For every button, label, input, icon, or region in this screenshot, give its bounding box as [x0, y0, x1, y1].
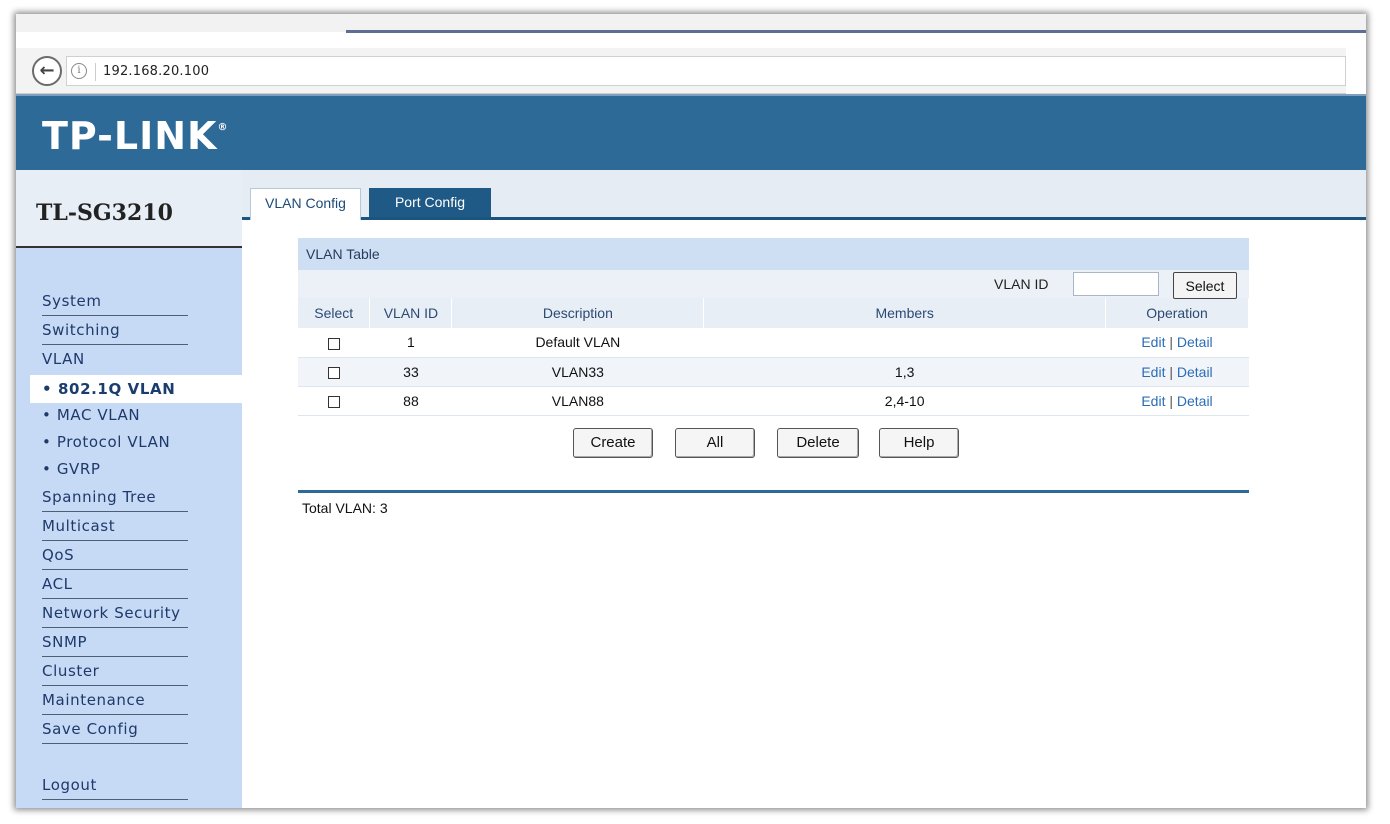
tab-bar: VLAN Config Port Config	[242, 170, 1366, 220]
vlan-search-row: VLAN ID Select	[298, 270, 1249, 299]
table-header-row: Select VLAN ID Description Members Opera…	[298, 298, 1249, 328]
tab-vlan-config[interactable]: VLAN Config	[250, 188, 361, 220]
sidebar-item-acl[interactable]: ACL	[42, 571, 188, 599]
url-text: 192.168.20.100	[103, 64, 210, 79]
sidebar-item-8021q-vlan[interactable]: • 802.1Q VLAN	[30, 375, 242, 403]
column-header-operation: Operation	[1105, 298, 1249, 328]
detail-link[interactable]: Detail	[1177, 393, 1213, 409]
address-bar: ← i 192.168.20.100	[16, 48, 1346, 94]
sidebar-item-mac-vlan[interactable]: • MAC VLAN	[42, 402, 140, 428]
edit-link[interactable]: Edit	[1141, 393, 1165, 409]
vlan-id-cell: 33	[369, 357, 452, 387]
table-row: 33 VLAN33 1,3 Edit | Detail	[298, 357, 1249, 387]
sidebar: System Switching VLAN • 802.1Q VLAN • MA…	[16, 248, 242, 808]
detail-link[interactable]: Detail	[1177, 334, 1213, 350]
total-vlan-count: Total VLAN: 3	[302, 500, 388, 516]
sidebar-item-vlan[interactable]: VLAN	[42, 346, 188, 374]
row-checkbox[interactable]	[327, 337, 340, 350]
members-cell: 1,3	[703, 357, 1106, 387]
model-area: TL-SG3210	[16, 170, 242, 248]
sidebar-item-switching[interactable]: Switching	[42, 317, 188, 345]
help-button[interactable]: Help	[879, 427, 959, 458]
create-button[interactable]: Create	[573, 427, 653, 458]
members-cell: 2,4-10	[703, 386, 1106, 416]
logo-text: TP-LINK	[42, 114, 218, 158]
description-cell: VLAN33	[451, 357, 704, 387]
total-divider	[298, 490, 1249, 493]
table-row: 88 VLAN88 2,4-10 Edit | Detail	[298, 386, 1249, 416]
sidebar-item-network-security[interactable]: Network Security	[42, 600, 188, 628]
operation-cell: Edit | Detail	[1105, 386, 1249, 416]
info-icon[interactable]: i	[71, 63, 87, 79]
sidebar-item-label: • 802.1Q VLAN	[42, 380, 176, 398]
row-checkbox[interactable]	[327, 366, 340, 379]
description-cell: VLAN88	[451, 386, 704, 416]
link-separator: |	[1169, 392, 1173, 409]
select-button[interactable]: Select	[1173, 272, 1237, 299]
sidebar-item-snmp[interactable]: SNMP	[42, 629, 188, 657]
column-header-vlan-id: VLAN ID	[369, 298, 453, 328]
detail-link[interactable]: Detail	[1177, 364, 1213, 380]
sidebar-item-gvrp[interactable]: • GVRP	[42, 456, 101, 482]
column-header-description: Description	[451, 298, 705, 328]
vlan-id-cell: 1	[369, 328, 452, 358]
column-header-members: Members	[703, 298, 1107, 328]
members-cell	[703, 328, 1106, 358]
tab-port-config[interactable]: Port Config	[369, 188, 491, 217]
sidebar-item-qos[interactable]: QoS	[42, 542, 188, 570]
sidebar-item-save-config[interactable]: Save Config	[42, 716, 188, 744]
url-field[interactable]: i 192.168.20.100	[66, 56, 1346, 86]
vlan-table: Select VLAN ID Description Members Opera…	[298, 298, 1249, 416]
edit-link[interactable]: Edit	[1141, 364, 1165, 380]
description-cell: Default VLAN	[451, 328, 704, 358]
logo-registered-mark: ®	[217, 122, 229, 133]
sidebar-item-maintenance[interactable]: Maintenance	[42, 687, 188, 715]
sidebar-item-multicast[interactable]: Multicast	[42, 513, 188, 541]
table-row: 1 Default VLAN Edit | Detail	[298, 328, 1249, 358]
row-checkbox[interactable]	[327, 395, 340, 408]
vlan-id-search-label: VLAN ID	[994, 276, 1049, 292]
vlan-table-title: VLAN Table	[298, 238, 1249, 270]
vlan-table-panel: VLAN Table VLAN ID Select Select VLAN ID…	[298, 238, 1249, 472]
sidebar-item-protocol-vlan[interactable]: • Protocol VLAN	[42, 429, 170, 455]
tp-link-logo: TP-LINK®	[42, 114, 228, 158]
browser-tab-indicator	[346, 30, 1366, 33]
vlan-id-search-input[interactable]	[1073, 272, 1159, 296]
sidebar-item-spanning-tree[interactable]: Spanning Tree	[42, 484, 188, 512]
sidebar-item-system[interactable]: System	[42, 288, 188, 316]
sidebar-item-logout[interactable]: Logout	[42, 772, 188, 800]
back-button[interactable]: ←	[32, 56, 62, 86]
device-model: TL-SG3210	[36, 200, 173, 226]
all-button[interactable]: All	[675, 427, 755, 458]
column-header-select: Select	[298, 298, 371, 328]
arrow-left-icon: ←	[39, 60, 55, 81]
operation-cell: Edit | Detail	[1105, 328, 1249, 358]
vlan-id-cell: 88	[369, 386, 452, 416]
window-frame: ← i 192.168.20.100 TP-LINK® TL-SG3210 VL…	[16, 14, 1366, 808]
url-separator	[95, 63, 96, 81]
app-header: TP-LINK®	[16, 94, 1366, 170]
delete-button[interactable]: Delete	[777, 427, 859, 458]
operation-cell: Edit | Detail	[1105, 357, 1249, 387]
link-separator: |	[1169, 334, 1173, 351]
edit-link[interactable]: Edit	[1141, 334, 1165, 350]
link-separator: |	[1169, 363, 1173, 380]
action-button-row: Create All Delete Help	[298, 416, 1249, 472]
sidebar-item-cluster[interactable]: Cluster	[42, 658, 188, 686]
